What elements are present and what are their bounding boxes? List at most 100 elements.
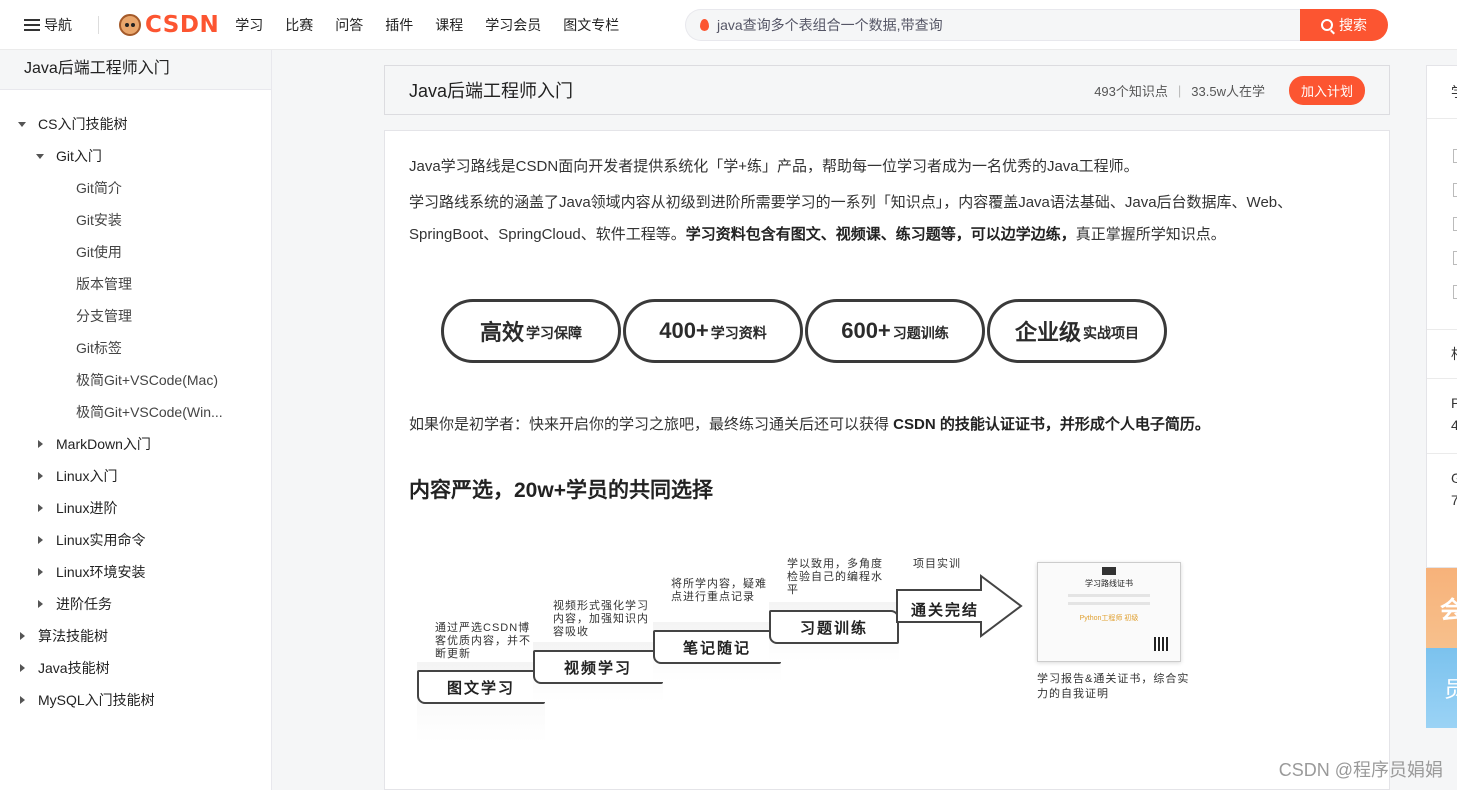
tree-item-label: Linux实用命令 <box>56 532 146 548</box>
join-plan-button[interactable]: 加入计划 <box>1288 75 1365 105</box>
tree-item-label: Linux入门 <box>56 468 118 484</box>
step-ribbon: 习题训练 <box>769 610 899 644</box>
nav-link-column[interactable]: 图文专栏 <box>563 15 619 35</box>
divider <box>1427 453 1457 454</box>
tree-item[interactable]: MySQL入门技能树 <box>0 684 271 716</box>
search-button-label: 搜索 <box>1339 17 1367 33</box>
tree-item[interactable]: CS入门技能树 <box>0 108 271 140</box>
feature-pill: 高效 学习保障 <box>441 299 621 363</box>
caret-right-icon <box>38 472 43 480</box>
skill-tree: CS入门技能树 Git入门 Git简介 Git安装 Git使用 版本管理 分支管… <box>0 90 271 716</box>
tree-item-label: Git安装 <box>76 212 122 228</box>
learning-steps-diagram: 通过严选CSDN博客优质内容，并不断更新 图文学习 视频形式强化学习内容，加强知… <box>409 534 1365 754</box>
description-bold: 学习资料包含有图文、视频课、练习题等，可以边学边练， <box>685 226 1076 243</box>
divider <box>1427 378 1457 379</box>
nav-link-study[interactable]: 学习 <box>235 15 263 35</box>
tree-item[interactable]: 极简Git+VSCode(Win... <box>0 396 271 428</box>
tree-item-label: 算法技能树 <box>38 628 108 644</box>
caret-down-icon <box>18 121 26 127</box>
tree-item[interactable]: Git简介 <box>0 172 271 204</box>
sidebar-title: Java后端工程师入门 <box>0 50 271 90</box>
tree-item[interactable]: 分支管理 <box>0 300 271 332</box>
certificate-caption: 学习报告&通关证书，综合实力的自我证明 <box>1037 673 1190 700</box>
right-panel-text[interactable]: G <box>1427 470 1457 486</box>
pill-big: 高效 <box>479 320 524 345</box>
tree-item[interactable]: Git入门 <box>0 140 271 172</box>
pill-small: 实战项目 <box>1083 325 1139 341</box>
tree-item[interactable]: MarkDown入门 <box>0 428 271 460</box>
logo-text: CSDN <box>145 11 220 38</box>
right-panel-text: 相 <box>1427 344 1457 364</box>
course-header: Java后端工程师入门 493个知识点 | 33.5w人在学 加入计划 <box>384 65 1390 115</box>
search-placeholder: java查询多个表组合一个数据,带查询 <box>717 17 943 33</box>
tree-item[interactable]: Linux实用命令 <box>0 524 271 556</box>
beginner-bold: CSDN 的技能认证证书，并形成个人电子简历。 <box>893 416 1210 433</box>
tree-item[interactable]: 进阶任务 <box>0 588 271 620</box>
csdn-logo[interactable]: CSDN <box>119 12 219 38</box>
watermark: CSDN @程序员娟娟 <box>1278 760 1443 780</box>
tree-item-label: Java技能树 <box>38 660 110 676</box>
tree-item[interactable]: Linux入门 <box>0 460 271 492</box>
tree-item-label: 进阶任务 <box>56 596 112 612</box>
step-desc: 视频形式强化学习内容，加强知识内容吸收 <box>553 600 649 638</box>
caret-right-icon <box>20 696 25 704</box>
search-button[interactable]: 搜索 <box>1300 9 1388 41</box>
nav-link-plugin[interactable]: 插件 <box>385 15 413 35</box>
caret-right-icon <box>38 600 43 608</box>
checkbox-icon[interactable] <box>1453 183 1457 197</box>
checkbox-icon[interactable] <box>1453 149 1457 163</box>
nav-menu-label: 导航 <box>44 16 72 33</box>
checkbox-icon[interactable] <box>1453 251 1457 265</box>
tree-item[interactable]: Java技能树 <box>0 652 271 684</box>
nav-link-contest[interactable]: 比赛 <box>285 15 313 35</box>
right-panel-text: 7 <box>1451 492 1457 508</box>
nav-menu-button[interactable]: 导航 <box>24 15 72 35</box>
step-ribbon: 视频学习 <box>533 650 663 684</box>
membership-banner[interactable]: 会 员 <box>1426 568 1457 728</box>
nav-link-membership[interactable]: 学习会员 <box>485 15 541 35</box>
certificate-name: Python工程师 初级 <box>1079 615 1139 622</box>
hamburger-icon <box>24 18 40 31</box>
right-panel-text: 4 <box>1451 417 1457 433</box>
divider <box>1427 118 1457 119</box>
nav-link-course[interactable]: 课程 <box>435 15 463 35</box>
tree-item[interactable]: 极简Git+VSCode(Mac) <box>0 364 271 396</box>
step-desc: 通过严选CSDN博客优质内容，并不断更新 <box>435 622 531 660</box>
knowledge-count: 493个知识点 <box>1094 83 1168 99</box>
step-desc: 学以致用，多角度检验自己的编程水平 <box>787 558 883 596</box>
nav-link-qa[interactable]: 问答 <box>335 15 363 35</box>
tree-item[interactable]: Git安装 <box>0 204 271 236</box>
pill-small: 学习资料 <box>710 325 767 341</box>
search-icon <box>1321 19 1333 31</box>
tree-item-label: 版本管理 <box>76 276 132 292</box>
course-description: Java学习路线是CSDN面向开发者提供系统化「学+练」产品，帮助每一位学习者成… <box>384 130 1390 790</box>
tree-item-label: Linux环境安装 <box>56 564 146 580</box>
pill-small: 习题训练 <box>892 325 949 341</box>
step-arrow-label: 通关完结 <box>910 601 979 619</box>
tree-item[interactable]: Linux进阶 <box>0 492 271 524</box>
pill-small: 学习保障 <box>526 325 582 341</box>
course-title: Java后端工程师入门 <box>409 81 574 101</box>
right-panel-text[interactable]: P <box>1427 395 1457 411</box>
search-input[interactable]: java查询多个表组合一个数据,带查询 <box>685 9 1300 41</box>
divider <box>98 15 99 34</box>
checkbox-icon[interactable] <box>1453 217 1457 231</box>
tree-item[interactable]: Linux环境安装 <box>0 556 271 588</box>
divider: | <box>1177 82 1182 98</box>
top-navigation-bar: 导航 CSDN 学习 比赛 问答 插件 课程 学习会员 图文专栏 java查询多… <box>0 0 1457 50</box>
checkbox-icon[interactable] <box>1453 285 1457 299</box>
caret-right-icon <box>20 664 25 672</box>
divider <box>1427 329 1457 330</box>
feature-pills: 高效 学习保障 400+ 学习资料 600+ 习题训练 企业级 实战项目 <box>441 299 1365 363</box>
tree-item[interactable]: Git标签 <box>0 332 271 364</box>
hot-flame-icon <box>700 19 709 31</box>
section-title: 内容严选，20w+学员的共同选择 <box>409 479 713 502</box>
tree-item[interactable]: 版本管理 <box>0 268 271 300</box>
tree-item-label: 极简Git+VSCode(Win... <box>76 404 223 420</box>
caret-down-icon <box>36 153 44 159</box>
tree-item[interactable]: Git使用 <box>0 236 271 268</box>
certificate-logo-icon <box>1102 567 1116 575</box>
tree-item[interactable]: 算法技能树 <box>0 620 271 652</box>
step-desc: 将所学内容，疑难点进行重点记录 <box>671 578 767 603</box>
step-desc: 项目实训 <box>913 558 961 570</box>
